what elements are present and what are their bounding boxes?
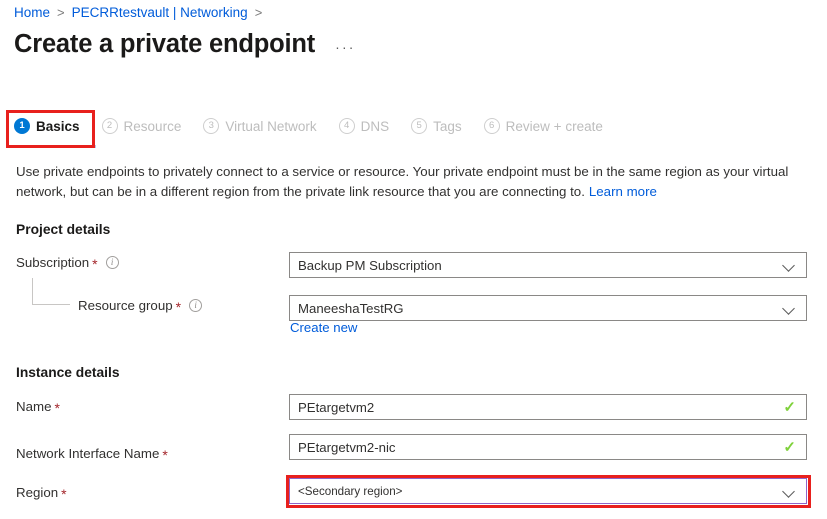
label-resource-group-text: Resource group — [78, 298, 173, 313]
tab-label: DNS — [360, 118, 390, 134]
tab-basics[interactable]: 1 Basics — [14, 118, 80, 136]
tab-resource[interactable]: 2 Resource — [101, 118, 182, 136]
field-tree-connector — [32, 278, 70, 305]
active-tab-underline — [14, 145, 96, 148]
intro-description-text: Use private endpoints to privately conne… — [16, 164, 789, 199]
resource-group-dropdown[interactable]: ManeeshaTestRG — [289, 295, 807, 321]
tab-label: Basics — [36, 118, 80, 134]
region-value: <Secondary region> — [298, 484, 403, 498]
section-heading-instance-details: Instance details — [16, 365, 120, 380]
chevron-down-icon — [782, 484, 796, 498]
tab-step-number: 5 — [411, 118, 428, 134]
breadcrumb: Home > PECRRtestvault | Networking > — [14, 3, 269, 23]
tab-label: Virtual Network — [225, 118, 317, 134]
label-subscription: Subscription * i — [16, 255, 119, 272]
required-asterisk: * — [92, 255, 98, 272]
create-new-resource-group-link[interactable]: Create new — [290, 320, 357, 335]
subscription-value: Backup PM Subscription — [298, 257, 442, 273]
valid-check-icon: ✓ — [783, 438, 796, 456]
tab-label: Tags — [433, 118, 462, 134]
info-icon-subscription[interactable]: i — [105, 256, 119, 269]
subscription-dropdown[interactable]: Backup PM Subscription — [289, 252, 807, 278]
required-asterisk: * — [175, 298, 182, 315]
info-icon-resource-group[interactable]: i — [189, 299, 203, 312]
tab-step-number: 6 — [483, 118, 500, 134]
breadcrumb-item-home[interactable]: Home — [14, 3, 50, 23]
label-name: Name * — [16, 399, 60, 416]
network-interface-name-value: PEtargetvm2-nic — [298, 439, 396, 455]
breadcrumb-separator: > — [57, 5, 65, 20]
wizard-tabs: 1 Basics 2 Resource 3 Virtual Network 4 … — [14, 118, 625, 136]
tab-label: Review + create — [505, 118, 603, 134]
label-region-text: Region — [16, 485, 59, 500]
label-network-interface-name-text: Network Interface Name — [16, 446, 160, 461]
section-heading-project-details: Project details — [16, 222, 111, 237]
resource-group-value: ManeeshaTestRG — [298, 300, 404, 316]
label-region: Region * — [16, 485, 67, 502]
page-title: Create a private endpoint — [14, 30, 316, 58]
learn-more-link[interactable]: Learn more — [589, 184, 657, 199]
valid-check-icon: ✓ — [783, 398, 796, 416]
tab-review-create[interactable]: 6 Review + create — [483, 118, 603, 136]
label-name-text: Name — [16, 399, 52, 414]
tab-tags[interactable]: 5 Tags — [411, 118, 462, 136]
network-interface-name-input[interactable]: PEtargetvm2-nic ✓ — [289, 434, 807, 460]
region-dropdown[interactable]: <Secondary region> — [289, 478, 807, 504]
tab-step-number: 4 — [338, 118, 355, 134]
tab-step-number: 3 — [203, 118, 220, 134]
required-asterisk: * — [61, 485, 67, 502]
breadcrumb-item-vault-networking[interactable]: PECRRtestvault | Networking — [72, 3, 248, 23]
label-resource-group: Resource group * i — [78, 298, 203, 315]
label-network-interface-name: Network Interface Name * — [16, 446, 168, 463]
label-subscription-text: Subscription — [16, 255, 90, 270]
more-options-icon[interactable]: ··· — [335, 39, 356, 55]
name-value: PEtargetvm2 — [298, 399, 375, 415]
tab-virtual-network[interactable]: 3 Virtual Network — [203, 118, 317, 136]
required-asterisk: * — [162, 446, 168, 463]
required-asterisk: * — [54, 399, 60, 416]
intro-description: Use private endpoints to privately conne… — [16, 162, 806, 202]
breadcrumb-separator-trailing: > — [254, 5, 263, 20]
tab-dns[interactable]: 4 DNS — [338, 118, 390, 136]
chevron-down-icon — [782, 258, 796, 272]
tab-label: Resource — [123, 118, 182, 134]
tab-step-number: 1 — [14, 118, 30, 134]
page-header: Create a private endpoint ··· — [14, 28, 356, 60]
name-input[interactable]: PEtargetvm2 ✓ — [289, 394, 807, 420]
chevron-down-icon — [782, 301, 796, 315]
tab-step-number: 2 — [101, 118, 118, 134]
